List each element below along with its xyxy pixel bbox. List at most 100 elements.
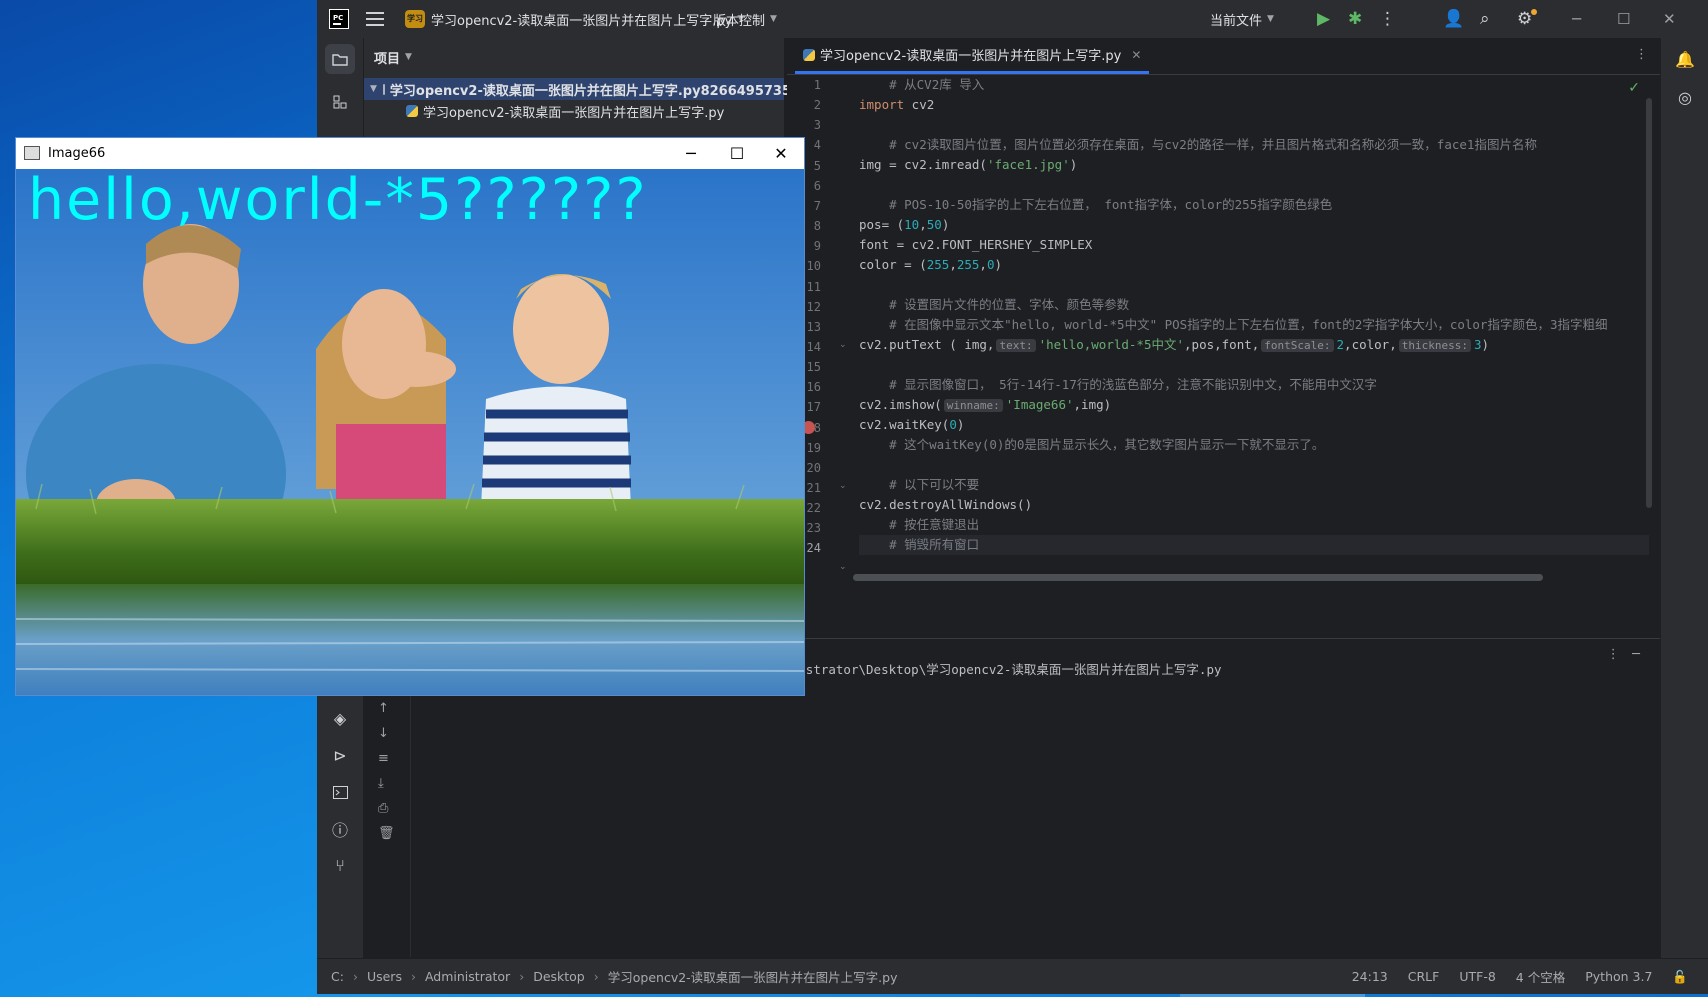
file-encoding[interactable]: UTF-8 (1459, 969, 1495, 984)
code-line: # 在图像中显示文本"hello, world-*5中文" POS指字的上下左右… (859, 317, 1608, 332)
run-icon[interactable]: ▶ (1317, 0, 1330, 38)
code-token: cv2.waitKey( (859, 417, 950, 432)
code-line: # 以下可以不要 (859, 477, 980, 492)
code-line: cv2.imshow(winname: 'Image66',img) (859, 395, 1111, 415)
project-folder-icon[interactable] (325, 44, 355, 74)
project-switcher[interactable]: 学习 学习opencv2-读取桌面一张图片并在图片上写字.py ▼ (405, 0, 744, 38)
line-number[interactable]: 3 (781, 115, 821, 135)
image-window-title: Image66 (48, 145, 106, 161)
code-line: color = (255,255,0) (859, 255, 1002, 275)
status-bar: C: › Users › Administrator › Desktop › 学习opencv2… (317, 958, 1708, 994)
fold-marker-icon[interactable]: ⌄ (839, 340, 847, 350)
add-user-icon[interactable]: 👤 (1443, 0, 1464, 38)
run-config-selector[interactable]: 当前文件 ▼ (1210, 0, 1274, 38)
editor-tab[interactable]: 学习opencv2-读取桌面一张图片并在图片上写字.py ✕ (795, 38, 1150, 74)
editor-tab-bar: 学习opencv2-读取桌面一张图片并在图片上写字.py ✕ ⋮ (787, 38, 1660, 75)
tree-file-label: 学习opencv2-读取桌面一张图片并在图片上写字.py (423, 105, 725, 121)
code-area[interactable]: # 从CV2库 导入 import cv2 # cv2读取图片位置，图片位置必须… (859, 75, 1649, 605)
vertical-scrollbar[interactable] (1646, 98, 1652, 508)
project-badge: 学习 (405, 10, 425, 28)
print-icon[interactable]: ⎙ (378, 801, 388, 816)
chevron-down-icon: ▼ (370, 84, 377, 94)
line-number[interactable]: 2 (781, 95, 821, 115)
code-token: 2 (1336, 337, 1345, 352)
problems-icon[interactable]: ⓘ (325, 814, 355, 844)
chevron-right-icon: › (410, 969, 416, 984)
breadcrumb-item[interactable]: Users (367, 969, 402, 984)
status-right: 24:13 CRLF UTF-8 4 个空格 Python 3.7 🔓 (1352, 959, 1688, 994)
more-actions-icon[interactable]: ⋮ (1379, 0, 1396, 38)
structure-icon[interactable] (325, 87, 355, 117)
notifications-bell-icon[interactable]: 🔔 (1670, 44, 1700, 74)
main-menu-icon[interactable] (366, 0, 384, 38)
code-token: ,color, (1344, 337, 1397, 352)
code-line: img = cv2.imread('face1.jpg') (859, 155, 1077, 175)
horizontal-scrollbar[interactable] (853, 574, 1543, 581)
code-token: 10 (904, 217, 920, 232)
project-header-label: 项目 (374, 51, 401, 67)
run-panel-options-icon[interactable]: ⋮ ─ (1607, 647, 1640, 662)
caret-position[interactable]: 24:13 (1352, 969, 1388, 984)
settings-gear-icon[interactable]: ⚙ (1517, 0, 1537, 38)
soft-wrap-icon[interactable]: ≡ (378, 751, 389, 766)
terminal-icon[interactable] (325, 777, 355, 807)
chevron-right-icon: › (352, 969, 358, 984)
code-token: cv2.imshow( (859, 397, 942, 412)
git-icon[interactable]: ⑂ (325, 850, 355, 880)
maximize-icon[interactable]: ☐ (714, 138, 760, 168)
breadcrumb-item[interactable]: C: (331, 969, 344, 984)
minimize-icon[interactable]: ─ (668, 138, 714, 168)
project-panel-header[interactable]: 项目 ▼ (374, 46, 412, 68)
close-tab-icon[interactable]: ✕ (1131, 48, 1141, 62)
minimize-icon[interactable]: ─ (1572, 0, 1581, 38)
tab-label: 学习opencv2-读取桌面一张图片并在图片上写字.py (820, 49, 1122, 64)
code-line: # 按任意键退出 (859, 517, 980, 532)
chevron-right-icon: › (593, 969, 599, 984)
right-tool-strip: 🔔 ◎ (1660, 38, 1708, 958)
code-line: # POS-10-50指字的上下左右位置， font指字体，color的255指… (859, 197, 1333, 212)
code-line: # 设置图片文件的位置、字体、颜色等参数 (859, 297, 1130, 312)
debug-icon[interactable]: ✱ (1348, 0, 1362, 38)
fold-marker-icon[interactable]: ⌄ (839, 562, 847, 572)
code-token: import (859, 97, 905, 112)
ai-assistant-icon[interactable]: ◎ (1670, 82, 1700, 112)
code-line: font = cv2.FONT_HERSHEY_SIMPLEX (859, 237, 1093, 252)
python-packages-icon[interactable]: ◈ (325, 703, 355, 733)
scroll-down-icon[interactable]: ↓ (378, 726, 389, 741)
tree-root-item[interactable]: ▼ 学习opencv2-读取桌面一张图片并在图片上写字.py8266495735… (364, 78, 863, 100)
fold-marker-icon[interactable]: ⌄ (839, 481, 847, 491)
services-icon[interactable]: ⊳ (325, 740, 355, 770)
breadcrumb-item[interactable]: Desktop (533, 969, 585, 984)
indent-setting[interactable]: 4 个空格 (1516, 967, 1565, 986)
pycharm-logo-icon[interactable]: PC (329, 0, 349, 38)
breadcrumb-item[interactable]: 学习opencv2-读取桌面一张图片并在图片上写字.py (608, 967, 898, 986)
run-config-label: 当前文件 (1210, 13, 1263, 29)
interpreter-selector[interactable]: Python 3.7 (1585, 969, 1652, 984)
close-icon[interactable]: ✕ (758, 138, 804, 168)
folder-icon (382, 83, 385, 95)
chevron-down-icon: ▼ (405, 52, 412, 62)
vcs-menu[interactable]: 版本控制 ▼ (713, 0, 777, 38)
window-app-icon (24, 146, 40, 160)
project-name: 学习opencv2-读取桌面一张图片并在图片上写字.py (431, 13, 733, 29)
chevron-right-icon: › (519, 969, 525, 984)
line-number[interactable]: 1 (781, 75, 821, 95)
close-icon[interactable]: ✕ (1663, 0, 1676, 38)
parameter-hint: text: (996, 339, 1036, 352)
line-separator[interactable]: CRLF (1408, 969, 1440, 984)
tree-file-item[interactable]: 学习opencv2-读取桌面一张图片并在图片上写字.py (406, 100, 724, 122)
code-line: import cv2 (859, 95, 934, 115)
code-token: cv2.putText ( img, (859, 337, 995, 352)
trash-icon[interactable]: 🗑 (378, 826, 395, 841)
scroll-up-icon[interactable]: ↑ (378, 701, 389, 716)
breadcrumb-item[interactable]: Administrator (425, 969, 510, 984)
chevron-down-icon: ▼ (770, 14, 777, 24)
scroll-to-end-icon[interactable]: ⤓ (378, 776, 384, 791)
tab-options-icon[interactable]: ⋮ (1635, 47, 1648, 62)
code-token: ) (994, 257, 1003, 272)
search-icon[interactable]: ⌕ (1480, 0, 1490, 38)
code-line: cv2.waitKey(0) (859, 415, 964, 435)
code-editor: 学习opencv2-读取桌面一张图片并在图片上写字.py ✕ ⋮ ✓ 12345… (787, 38, 1660, 636)
maximize-icon[interactable]: ☐ (1617, 0, 1630, 38)
lock-icon[interactable]: 🔓 (1672, 969, 1688, 985)
